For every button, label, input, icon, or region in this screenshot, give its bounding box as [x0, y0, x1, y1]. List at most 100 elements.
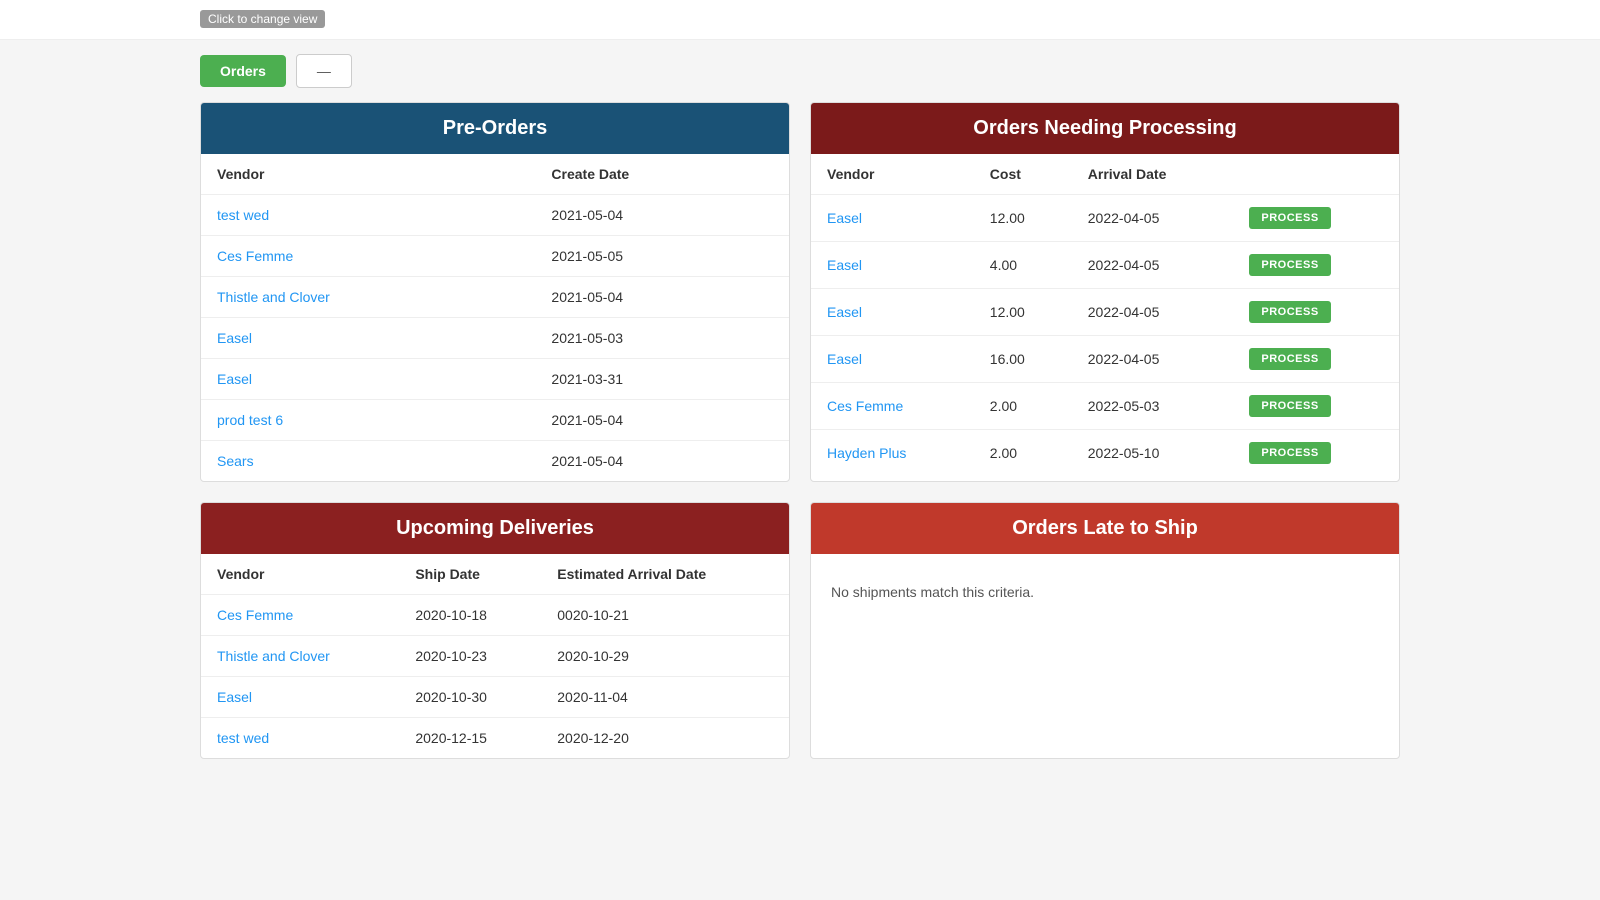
vendor-link[interactable]: Easel — [217, 371, 252, 387]
process-button[interactable]: PROCESS — [1249, 207, 1330, 229]
upcoming-deliveries-body[interactable]: Vendor Ship Date Estimated Arrival Date … — [201, 554, 789, 758]
proc-vendor: Easel — [811, 242, 974, 289]
vendor-link[interactable]: test wed — [217, 207, 269, 223]
deliv-vendor: test wed — [201, 718, 399, 759]
vendor-link[interactable]: test wed — [217, 730, 269, 746]
pre-orders-vendor: Ces Femme — [201, 236, 535, 277]
pre-orders-vendor: prod test 6 — [201, 400, 535, 441]
deliv-col-ship: Ship Date — [399, 554, 541, 595]
vendor-link[interactable]: Ces Femme — [827, 398, 903, 414]
deliv-arrival-date: 2020-12-20 — [541, 718, 789, 759]
pre-orders-date: 2021-05-04 — [535, 277, 789, 318]
upcoming-deliveries-panel: Upcoming Deliveries Vendor Ship Date Est… — [200, 502, 790, 759]
proc-vendor: Easel — [811, 289, 974, 336]
pre-orders-vendor: test wed — [201, 195, 535, 236]
pre-orders-date: 2021-03-31 — [535, 359, 789, 400]
proc-cost: 16.00 — [974, 336, 1072, 383]
table-row: Easel 12.00 2022-04-05 PROCESS — [811, 195, 1399, 242]
deliv-vendor: Easel — [201, 677, 399, 718]
proc-action: PROCESS — [1233, 336, 1399, 383]
proc-vendor: Easel — [811, 336, 974, 383]
deliv-arrival-date: 2020-11-04 — [541, 677, 789, 718]
proc-action: PROCESS — [1233, 430, 1399, 477]
vendor-link[interactable]: Thistle and Clover — [217, 648, 330, 664]
orders-late-body: No shipments match this criteria. — [811, 554, 1399, 630]
pre-orders-col-vendor: Vendor — [201, 154, 535, 195]
vendor-link[interactable]: Easel — [827, 257, 862, 273]
vendor-link[interactable]: prod test 6 — [217, 412, 283, 428]
proc-col-vendor: Vendor — [811, 154, 974, 195]
deliv-arrival-date: 2020-10-29 — [541, 636, 789, 677]
proc-cost: 12.00 — [974, 289, 1072, 336]
deliv-arrival-date: 0020-10-21 — [541, 595, 789, 636]
vendor-link[interactable]: Ces Femme — [217, 248, 293, 264]
table-row: Easel 2021-05-03 — [201, 318, 789, 359]
orders-button[interactable]: Orders — [200, 55, 286, 87]
proc-arrival: 2022-05-10 — [1072, 430, 1234, 477]
proc-action: PROCESS — [1233, 242, 1399, 289]
table-row: Ces Femme 2020-10-18 0020-10-21 — [201, 595, 789, 636]
vendor-link[interactable]: Sears — [217, 453, 254, 469]
orders-processing-panel: Orders Needing Processing Vendor Cost Ar… — [810, 102, 1400, 482]
process-button[interactable]: PROCESS — [1249, 442, 1330, 464]
table-row: Hayden Plus 2.00 2022-05-10 PROCESS — [811, 430, 1399, 477]
proc-arrival: 2022-05-03 — [1072, 383, 1234, 430]
proc-vendor: Ces Femme — [811, 383, 974, 430]
proc-col-action — [1233, 154, 1399, 195]
process-button[interactable]: PROCESS — [1249, 395, 1330, 417]
table-row: Easel 12.00 2022-04-05 PROCESS — [811, 289, 1399, 336]
vendor-link[interactable]: Easel — [827, 351, 862, 367]
dash-button[interactable]: — — [296, 54, 352, 88]
proc-vendor: Hayden Plus — [811, 430, 974, 477]
proc-arrival: 2022-04-05 — [1072, 242, 1234, 289]
vendor-link[interactable]: Easel — [217, 330, 252, 346]
orders-processing-body[interactable]: Vendor Cost Arrival Date Easel 12.00 202… — [811, 154, 1399, 476]
pre-orders-col-date: Create Date — [535, 154, 789, 195]
pre-orders-table: Vendor Create Date test wed 2021-05-04 C… — [201, 154, 789, 481]
deliv-vendor: Thistle and Clover — [201, 636, 399, 677]
pre-orders-vendor: Thistle and Clover — [201, 277, 535, 318]
deliv-ship-date: 2020-10-23 — [399, 636, 541, 677]
toolbar: Orders — — [0, 40, 1600, 102]
proc-col-cost: Cost — [974, 154, 1072, 195]
table-row: Easel 4.00 2022-04-05 PROCESS — [811, 242, 1399, 289]
proc-arrival: 2022-04-05 — [1072, 289, 1234, 336]
process-button[interactable]: PROCESS — [1249, 254, 1330, 276]
proc-action: PROCESS — [1233, 383, 1399, 430]
table-row: Ces Femme 2021-05-05 — [201, 236, 789, 277]
proc-action: PROCESS — [1233, 289, 1399, 336]
vendor-link[interactable]: Easel — [217, 689, 252, 705]
upcoming-deliveries-header: Upcoming Deliveries — [201, 503, 789, 554]
change-view-hint[interactable]: Click to change view — [200, 10, 325, 28]
pre-orders-date: 2021-05-03 — [535, 318, 789, 359]
deliv-col-arrival: Estimated Arrival Date — [541, 554, 789, 595]
proc-action: PROCESS — [1233, 195, 1399, 242]
pre-orders-vendor: Easel — [201, 318, 535, 359]
vendor-link[interactable]: Hayden Plus — [827, 445, 906, 461]
pre-orders-body[interactable]: Vendor Create Date test wed 2021-05-04 C… — [201, 154, 789, 481]
pre-orders-date: 2021-05-04 — [535, 400, 789, 441]
no-match-text: No shipments match this criteria. — [811, 554, 1399, 630]
table-row: test wed 2020-12-15 2020-12-20 — [201, 718, 789, 759]
orders-late-panel: Orders Late to Ship No shipments match t… — [810, 502, 1400, 759]
deliv-ship-date: 2020-10-30 — [399, 677, 541, 718]
vendor-link[interactable]: Thistle and Clover — [217, 289, 330, 305]
main-grid: Pre-Orders Vendor Create Date test wed 2… — [0, 102, 1600, 779]
process-button[interactable]: PROCESS — [1249, 348, 1330, 370]
vendor-link[interactable]: Ces Femme — [217, 607, 293, 623]
proc-arrival: 2022-04-05 — [1072, 336, 1234, 383]
orders-processing-header: Orders Needing Processing — [811, 103, 1399, 154]
proc-cost: 12.00 — [974, 195, 1072, 242]
orders-processing-table: Vendor Cost Arrival Date Easel 12.00 202… — [811, 154, 1399, 476]
vendor-link[interactable]: Easel — [827, 304, 862, 320]
upcoming-deliveries-table: Vendor Ship Date Estimated Arrival Date … — [201, 554, 789, 758]
proc-vendor: Easel — [811, 195, 974, 242]
vendor-link[interactable]: Easel — [827, 210, 862, 226]
table-row: test wed 2021-05-04 — [201, 195, 789, 236]
table-row: prod test 6 2021-05-04 — [201, 400, 789, 441]
pre-orders-date: 2021-05-04 — [535, 441, 789, 482]
process-button[interactable]: PROCESS — [1249, 301, 1330, 323]
deliv-vendor: Ces Femme — [201, 595, 399, 636]
table-row: Thistle and Clover 2021-05-04 — [201, 277, 789, 318]
proc-arrival: 2022-04-05 — [1072, 195, 1234, 242]
